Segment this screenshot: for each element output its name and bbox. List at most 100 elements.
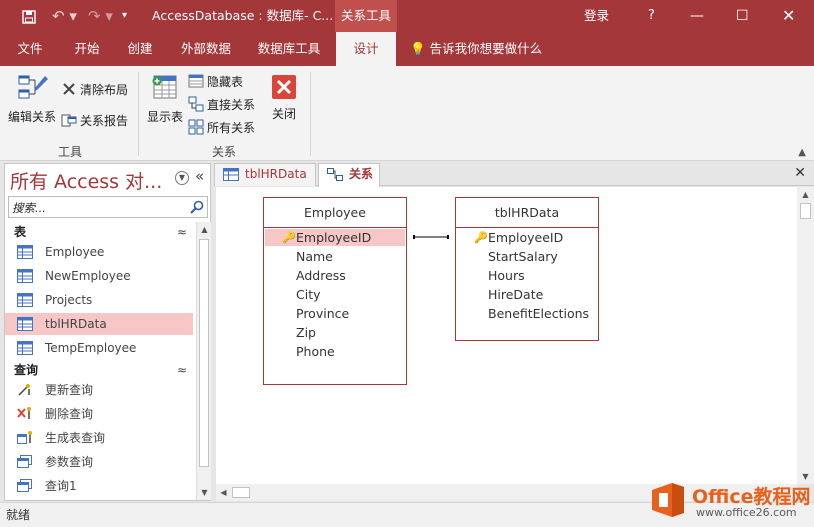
search-icon[interactable]: [189, 199, 205, 215]
nav-item-label: Employee: [45, 245, 105, 259]
field-row[interactable]: 🔑 EmployeeID: [457, 229, 563, 246]
nav-item-parameter-query[interactable]: 参数查询: [5, 451, 193, 473]
table-icon: [17, 245, 33, 259]
doc-tab-relationships[interactable]: 关系: [318, 163, 380, 187]
help-button[interactable]: ?: [648, 0, 655, 32]
nav-item-make-table-query[interactable]: 生成表查询: [5, 427, 193, 449]
nav-item-projects[interactable]: Projects: [5, 289, 193, 311]
field-row[interactable]: BenefitElections: [457, 305, 589, 322]
ribbon-separator: [138, 72, 139, 156]
relationships-canvas[interactable]: Employee 🔑 EmployeeID Name Address City P…: [216, 187, 797, 484]
canvas-vertical-scrollbar[interactable]: ▲ ▼: [797, 187, 814, 484]
maximize-icon[interactable]: ☐: [736, 0, 749, 32]
close-icon[interactable]: ✕: [782, 0, 795, 32]
field-row[interactable]: Hours: [457, 267, 525, 284]
all-relationships-icon: [188, 119, 204, 135]
all-relationships-button[interactable]: 所有关系: [188, 117, 255, 137]
table-header[interactable]: Employee: [264, 198, 406, 228]
nav-item-newemployee[interactable]: NewEmployee: [5, 265, 193, 287]
field-row[interactable]: Province: [265, 305, 349, 322]
close-relationships-button[interactable]: 关闭: [268, 74, 300, 122]
title-bar: ↶ ▾ ↷ ▾ ▾ AccessDatabase : 数据库- C... 关系工…: [0, 0, 814, 32]
login-link[interactable]: 登录: [584, 0, 609, 32]
nav-pane-title[interactable]: 所有 Access 对...: [10, 167, 162, 194]
watermark-url: www.office26.com: [696, 506, 797, 519]
show-table-button[interactable]: 显示表: [145, 72, 185, 125]
field-row[interactable]: City: [265, 286, 321, 303]
collapse-group-icon[interactable]: ≈: [177, 360, 187, 380]
nav-item-tempemployee[interactable]: TempEmployee: [5, 337, 193, 359]
save-icon[interactable]: [22, 0, 36, 32]
relationship-table-employee[interactable]: Employee 🔑 EmployeeID Name Address City P…: [263, 197, 407, 385]
group-label-tools: 工具: [58, 145, 83, 159]
collapse-group-icon[interactable]: ≈: [177, 222, 187, 242]
field-row[interactable]: 🔑 EmployeeID: [265, 229, 405, 246]
document-tab-bar: tblHRData 关系 ✕: [214, 163, 814, 187]
clear-layout-button[interactable]: 清除布局: [61, 79, 128, 99]
ribbon-separator: [310, 72, 311, 156]
field-row[interactable]: StartSalary: [457, 248, 558, 265]
tell-me-text: 告诉我你想要做什么: [429, 41, 543, 56]
relationship-report-button[interactable]: 关系报告: [61, 110, 128, 130]
close-document-icon[interactable]: ✕: [794, 165, 806, 181]
hide-table-icon: [188, 73, 204, 89]
scroll-down-icon[interactable]: ▼: [197, 485, 212, 500]
nav-collapse-icon[interactable]: «: [195, 167, 204, 185]
redo-icon[interactable]: ↷ ▾: [88, 0, 113, 32]
nav-item-query1[interactable]: 查询1: [5, 475, 193, 497]
nav-item-employee[interactable]: Employee: [5, 241, 193, 263]
direct-relationships-button[interactable]: 直接关系: [188, 94, 255, 114]
nav-search-input[interactable]: 搜索...: [8, 196, 208, 218]
nav-item-update-query[interactable]: 更新查询: [5, 379, 193, 401]
table-header[interactable]: tblHRData: [456, 198, 598, 228]
field-row[interactable]: Address: [265, 267, 346, 284]
minimize-icon[interactable]: —: [690, 0, 704, 32]
tab-create[interactable]: 创建: [116, 32, 164, 66]
tell-me-search[interactable]: 💡 告诉我你想要做什么: [410, 32, 542, 66]
scroll-thumb[interactable]: [232, 487, 250, 498]
relationship-report-icon: [61, 112, 77, 128]
doc-tab-label: tblHRData: [245, 167, 307, 181]
undo-icon[interactable]: ↶ ▾: [52, 0, 77, 32]
tab-home[interactable]: 开始: [62, 32, 112, 66]
scroll-thumb[interactable]: [800, 203, 811, 219]
field-row[interactable]: Phone: [265, 343, 335, 360]
nav-search-placeholder: 搜索...: [12, 201, 46, 215]
nav-group-tables[interactable]: 表 ≈: [5, 222, 195, 242]
scroll-thumb[interactable]: [199, 239, 209, 467]
nav-item-delete-query[interactable]: 删除查询: [5, 403, 193, 425]
watermark-title: Office教程网: [692, 486, 811, 508]
hide-table-button[interactable]: 隐藏表: [188, 71, 243, 91]
field-label: EmployeeID: [296, 230, 372, 245]
nav-dropdown-icon[interactable]: ▼: [175, 171, 189, 185]
field-row[interactable]: Name: [265, 248, 333, 265]
collapse-ribbon-icon[interactable]: ▲: [798, 147, 806, 158]
doc-tab-tblhrdata[interactable]: tblHRData: [214, 163, 316, 186]
relationship-line[interactable]: [412, 232, 450, 242]
nav-item-label: 参数查询: [45, 455, 94, 469]
clear-layout-label: 清除布局: [80, 82, 129, 97]
edit-relationships-label: 编辑关系: [7, 110, 56, 124]
scroll-up-icon[interactable]: ▲: [798, 187, 813, 202]
tab-database-tools[interactable]: 数据库工具: [250, 32, 328, 66]
close-label: 关闭: [271, 107, 296, 121]
tab-external-data[interactable]: 外部数据: [172, 32, 240, 66]
nav-group-queries[interactable]: 查询 ≈: [5, 360, 195, 380]
field-row[interactable]: HireDate: [457, 286, 543, 303]
relationship-table-tblhrdata[interactable]: tblHRData 🔑 EmployeeID StartSalary Hours …: [455, 197, 599, 341]
tab-file[interactable]: 文件: [8, 32, 52, 66]
edit-relationships-button[interactable]: 编辑关系: [6, 72, 58, 125]
tab-design[interactable]: 设计: [336, 32, 396, 66]
field-label: Address: [296, 268, 346, 283]
customize-qat-icon[interactable]: ▾: [122, 0, 127, 32]
key-icon: 🔑: [474, 231, 488, 244]
nav-item-label: tblHRData: [45, 317, 107, 331]
table-icon: [17, 293, 33, 307]
nav-scrollbar[interactable]: ▲ ▼: [196, 222, 211, 500]
nav-item-label: 生成表查询: [45, 431, 106, 445]
context-tab-relationship-tools: 关系工具: [335, 0, 397, 32]
nav-item-tblhrdata[interactable]: tblHRData: [5, 313, 193, 335]
scroll-left-icon[interactable]: ◀: [216, 485, 231, 500]
scroll-up-icon[interactable]: ▲: [197, 222, 212, 237]
field-row[interactable]: Zip: [265, 324, 316, 341]
